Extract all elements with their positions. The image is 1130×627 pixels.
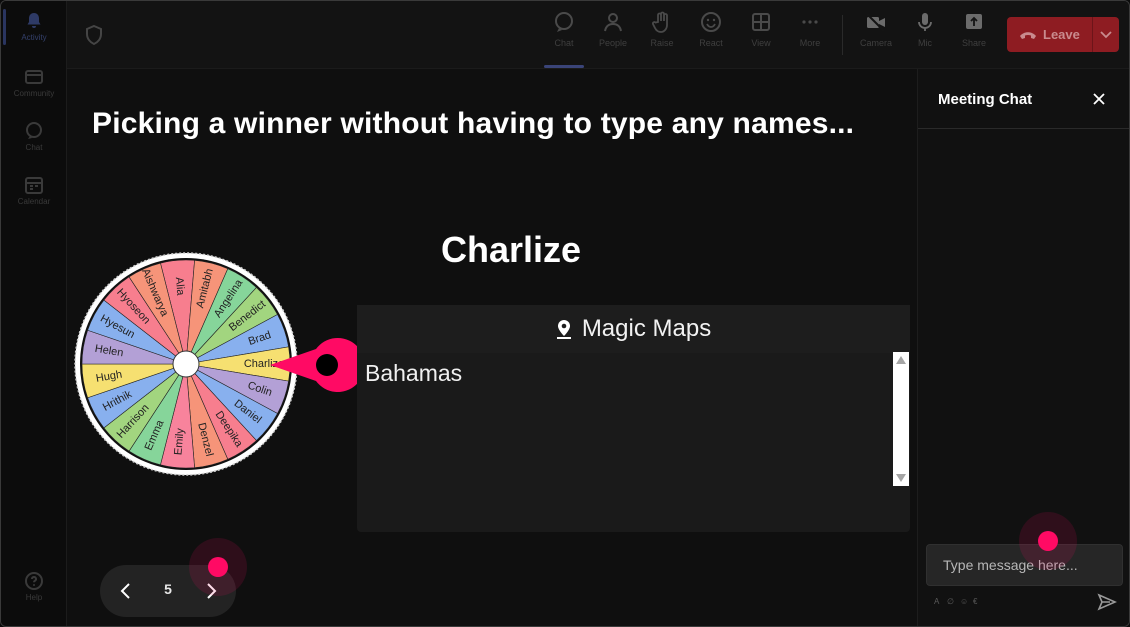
click-indicator [189,538,247,596]
chat-header: Meeting Chat [918,69,1129,129]
leave-options[interactable] [1093,30,1119,39]
raise-hand-button[interactable]: Raise [639,11,685,61]
view-label: View [751,38,771,48]
leave-label: Leave [1043,27,1080,42]
more-label: More [799,38,821,48]
raise-label: Raise [650,38,674,48]
chat-title: Meeting Chat [938,91,1033,108]
meeting-app: Activity Community Chat Calendar Help Ch… [0,0,1130,627]
rail-item-calendar[interactable]: Calendar [1,175,67,225]
chat-icon [26,122,42,139]
shield-icon[interactable] [85,25,103,45]
click-indicator [1019,512,1077,570]
rail-item-help[interactable]: Help [1,571,67,621]
presentation-stage: Picking a winner without having to type … [67,69,917,626]
send-icon[interactable] [1097,593,1117,611]
spin-wheel[interactable]: Alia Amitabh Angelina Benedict Brad Charlize C… [73,249,365,479]
magic-maps-panel: Magic Maps Bahamas [357,305,910,532]
share-button[interactable]: Share [951,11,997,61]
gif-icon[interactable]: € [973,598,981,606]
grid-icon [752,13,770,31]
camera-button[interactable]: Camera [853,11,899,61]
camera-label: Camera [859,38,892,48]
more-button[interactable]: More [787,11,833,61]
rail-item-activity[interactable]: Activity [1,11,67,61]
leave-button[interactable]: Leave [1007,17,1119,52]
calendar-icon [25,177,43,194]
rail-item-label: Calendar [17,197,51,206]
rail-item-label: Community [13,89,55,98]
share-label: Share [961,38,987,48]
app-rail: Activity Community Chat Calendar Help [1,1,67,626]
emoji-icon[interactable]: ☺ [960,598,968,606]
camera-icon [866,13,885,32]
rail-item-label: Activity [21,33,47,42]
rail-item-label: Chat [25,143,43,152]
chat-formatting-tools: A ∅ ☺ € [934,598,981,606]
hang-up-icon [1020,31,1036,39]
chat-bubble-icon [555,12,573,32]
map-scrollbar[interactable] [893,352,909,486]
winner-name: Charlize [441,229,582,270]
page-title: Picking a winner without having to type … [92,107,855,140]
person-icon [604,13,622,32]
map-panel-title: Magic Maps [581,315,712,342]
react-label: React [699,38,723,48]
react-button[interactable]: React [688,11,734,61]
map-panel-header: Magic Maps [357,305,910,353]
mic-button[interactable]: Mic [902,11,948,61]
hand-icon [652,11,668,33]
smiley-icon [701,12,721,32]
map-pin-icon [556,320,571,339]
microphone-icon [918,13,932,31]
toolbar-divider [842,15,843,55]
meeting-toolbar: Chat People Raise React View More Camera [67,1,1129,69]
community-icon [25,70,43,84]
wheel-slice-label: Alia [173,277,187,297]
chevron-left-icon[interactable] [118,582,134,600]
rail-item-label: Help [25,593,43,602]
mic-label: Mic [918,38,932,48]
chat-label: Chat [554,38,574,48]
wheel-slice-label: Emily [172,427,186,455]
attach-icon[interactable]: ∅ [947,598,955,606]
ellipsis-icon [802,20,818,24]
help-icon [25,572,43,590]
leave-main[interactable]: Leave [1007,17,1093,52]
scroll-up-icon[interactable] [896,356,906,364]
wheel-pointer-dot [316,354,338,376]
map-result-text: Bahamas [365,360,463,386]
people-label: People [598,38,628,48]
view-button[interactable]: View [738,11,784,61]
close-icon[interactable] [1091,91,1107,107]
chat-toggle-button[interactable]: Chat [541,11,587,61]
rail-item-community[interactable]: Community [1,67,67,117]
chat-active-indicator [544,65,584,68]
meeting-chat-panel: Meeting Chat A ∅ ☺ € [917,69,1129,626]
rail-item-chat[interactable]: Chat [1,121,67,171]
chevron-down-icon [1100,30,1112,38]
bell-icon [27,13,41,28]
share-screen-icon [966,14,982,29]
wheel-hub[interactable] [172,350,200,378]
spin-wheel-graphic: Alia AmitabhAngelinaBenedictBradCharlizeC… [74,252,365,476]
people-button[interactable]: People [590,11,636,61]
format-icon[interactable]: A [934,598,942,606]
page-number: 5 [164,581,172,597]
scroll-down-icon[interactable] [896,474,906,482]
